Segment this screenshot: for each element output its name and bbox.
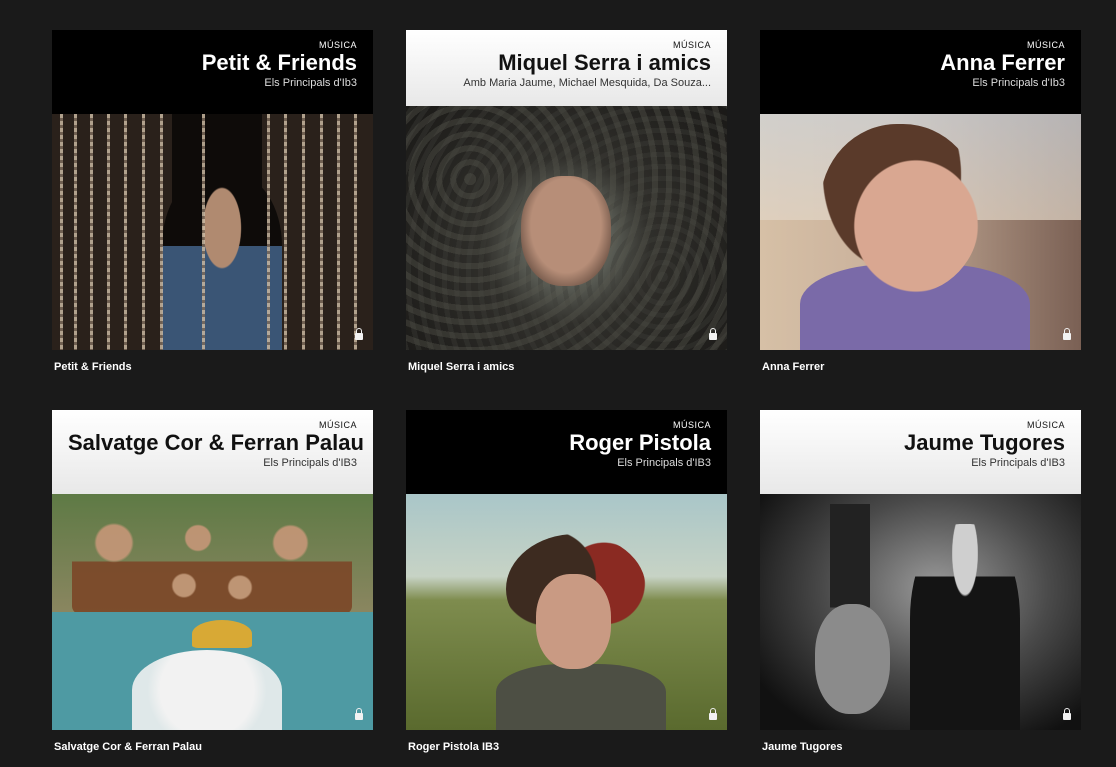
card-subtitle: Amb Maria Jaume, Michael Mesquida, Da So… bbox=[463, 77, 711, 89]
card-subtitle: Els Principals d'Ib3 bbox=[972, 77, 1065, 89]
lock-icon bbox=[1063, 328, 1071, 340]
lock-icon bbox=[709, 708, 717, 720]
card-caption[interactable]: Petit & Friends bbox=[54, 361, 132, 373]
card-caption[interactable]: Jaume Tugores bbox=[762, 741, 843, 753]
card-kicker: MÚSICA bbox=[672, 420, 711, 430]
card-kicker: MÚSICA bbox=[1026, 40, 1065, 50]
card-caption[interactable]: Anna Ferrer bbox=[762, 361, 824, 373]
card-caption[interactable]: Miquel Serra i amics bbox=[408, 361, 514, 373]
card-photo bbox=[406, 106, 727, 350]
card-title: Roger Pistola bbox=[569, 430, 711, 455]
card-thumbnail[interactable]: MÚSICA Petit & Friends Els Principals d'… bbox=[52, 30, 373, 350]
card-kicker: MÚSICA bbox=[1026, 420, 1065, 430]
card-photo bbox=[52, 114, 373, 350]
card-header: MÚSICA Anna Ferrer Els Principals d'Ib3 bbox=[760, 30, 1081, 114]
card-kicker: MÚSICA bbox=[318, 40, 357, 50]
card-header: MÚSICA Salvatge Cor & Ferran Palau Els P… bbox=[52, 410, 373, 494]
card-header: MÚSICA Jaume Tugores Els Principals d'IB… bbox=[760, 410, 1081, 494]
card-thumbnail[interactable]: MÚSICA Miquel Serra i amics Amb Maria Ja… bbox=[406, 30, 727, 350]
card-photo bbox=[760, 114, 1081, 350]
card-miquel-serra[interactable]: MÚSICA Miquel Serra i amics Amb Maria Ja… bbox=[406, 30, 727, 373]
card-caption[interactable]: Roger Pistola IB3 bbox=[408, 741, 499, 753]
card-roger-pistola[interactable]: MÚSICA Roger Pistola Els Principals d'IB… bbox=[406, 410, 727, 753]
card-thumbnail[interactable]: MÚSICA Jaume Tugores Els Principals d'IB… bbox=[760, 410, 1081, 730]
card-header: MÚSICA Petit & Friends Els Principals d'… bbox=[52, 30, 373, 114]
card-title: Petit & Friends bbox=[201, 50, 357, 75]
card-title: Anna Ferrer bbox=[940, 50, 1065, 75]
card-salvatge-cor[interactable]: MÚSICA Salvatge Cor & Ferran Palau Els P… bbox=[52, 410, 373, 753]
card-thumbnail[interactable]: MÚSICA Roger Pistola Els Principals d'IB… bbox=[406, 410, 727, 730]
card-thumbnail[interactable]: MÚSICA Salvatge Cor & Ferran Palau Els P… bbox=[52, 410, 373, 730]
card-title: Jaume Tugores bbox=[904, 430, 1065, 455]
lock-icon bbox=[355, 708, 363, 720]
card-photo bbox=[52, 494, 373, 730]
card-jaume-tugores[interactable]: MÚSICA Jaume Tugores Els Principals d'IB… bbox=[760, 410, 1081, 753]
card-header: MÚSICA Miquel Serra i amics Amb Maria Ja… bbox=[406, 30, 727, 106]
card-subtitle: Els Principals d'Ib3 bbox=[264, 77, 357, 89]
card-kicker: MÚSICA bbox=[672, 40, 711, 50]
card-title: Salvatge Cor & Ferran Palau bbox=[68, 430, 364, 455]
lock-icon bbox=[355, 328, 363, 340]
lock-icon bbox=[709, 328, 717, 340]
card-petit-friends[interactable]: MÚSICA Petit & Friends Els Principals d'… bbox=[52, 30, 373, 373]
card-caption[interactable]: Salvatge Cor & Ferran Palau bbox=[54, 741, 202, 753]
card-anna-ferrer[interactable]: MÚSICA Anna Ferrer Els Principals d'Ib3 … bbox=[760, 30, 1081, 373]
content-grid: MÚSICA Petit & Friends Els Principals d'… bbox=[52, 30, 1081, 753]
card-subtitle: Els Principals d'IB3 bbox=[617, 457, 711, 469]
lock-icon bbox=[1063, 708, 1071, 720]
card-thumbnail[interactable]: MÚSICA Anna Ferrer Els Principals d'Ib3 bbox=[760, 30, 1081, 350]
card-title: Miquel Serra i amics bbox=[498, 50, 711, 75]
card-photo bbox=[760, 494, 1081, 730]
card-kicker: MÚSICA bbox=[318, 420, 357, 430]
card-subtitle: Els Principals d'IB3 bbox=[263, 457, 357, 469]
card-subtitle: Els Principals d'IB3 bbox=[971, 457, 1065, 469]
card-header: MÚSICA Roger Pistola Els Principals d'IB… bbox=[406, 410, 727, 494]
card-photo bbox=[406, 494, 727, 730]
